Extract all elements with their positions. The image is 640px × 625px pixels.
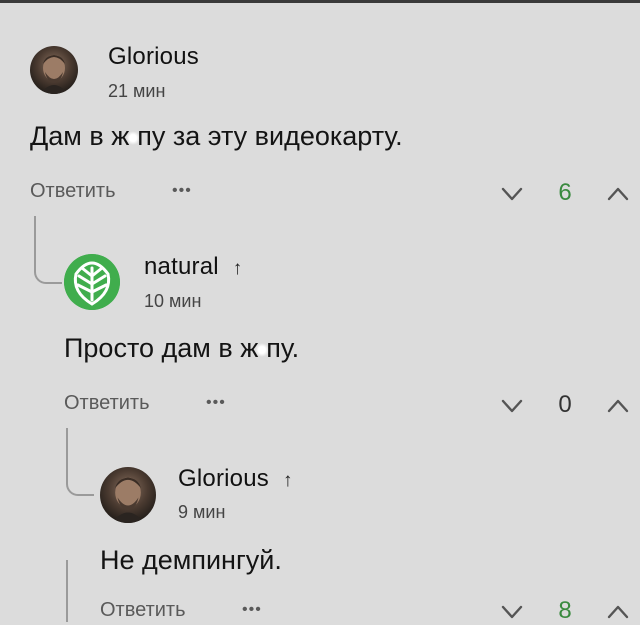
more-options-button[interactable]: •••: [206, 394, 226, 412]
chevron-down-icon[interactable]: [500, 394, 524, 418]
thread-line-level-2-tail: [66, 560, 68, 622]
comment-text: Просто дам в ж пу.: [64, 333, 299, 364]
vote-score: 8: [558, 597, 572, 624]
arrow-up-icon: ↑: [232, 258, 243, 279]
comment-text-part: Дам в ж: [30, 121, 130, 151]
avatar[interactable]: [64, 254, 120, 310]
more-options-button[interactable]: •••: [242, 601, 262, 619]
comment-time: 21 мин: [108, 81, 166, 101]
author-name[interactable]: Glorious: [108, 43, 199, 71]
comment-text: Не демпингуй.: [100, 545, 282, 576]
comment-text-part: пу за эту видеокарту.: [137, 121, 403, 151]
comment-text-part: Просто дам в ж: [64, 333, 259, 363]
comment-time: 9 мин: [178, 502, 226, 522]
leaf-icon: [64, 254, 120, 310]
chevron-up-icon[interactable]: [606, 182, 630, 206]
thread-connector-2: [66, 468, 94, 496]
reply-button[interactable]: Ответить: [64, 392, 150, 415]
thread-connector-1: [34, 256, 62, 284]
author-name[interactable]: Glorious ↑: [178, 465, 293, 493]
reply-button[interactable]: Ответить: [30, 180, 116, 203]
avatar[interactable]: [30, 46, 78, 94]
thread-line-level-1: [34, 216, 36, 256]
comment-text: Дам в ж пу за эту видеокарту.: [30, 121, 403, 152]
chevron-down-icon[interactable]: [500, 182, 524, 206]
chevron-down-icon[interactable]: [500, 600, 524, 624]
chevron-up-icon[interactable]: [606, 394, 630, 418]
comment-text-part: Не демпингуй.: [100, 545, 282, 575]
chevron-up-icon[interactable]: [606, 600, 630, 624]
comment-text-part: пу.: [266, 333, 300, 363]
author-name-text: Glorious: [178, 465, 269, 492]
user-avatar-image: [40, 55, 68, 94]
thread-line-level-2: [66, 428, 68, 468]
more-options-button[interactable]: •••: [172, 182, 192, 200]
author-name[interactable]: natural ↑: [144, 253, 243, 281]
author-name-text: natural: [144, 253, 219, 280]
vote-score: 0: [558, 391, 572, 418]
avatar[interactable]: [100, 467, 156, 523]
arrow-up-icon: ↑: [282, 470, 293, 491]
reply-button[interactable]: Ответить: [100, 599, 186, 622]
comment-time: 10 мин: [144, 291, 202, 311]
user-avatar-image: [111, 477, 145, 523]
top-divider: [0, 0, 640, 3]
vote-score: 6: [558, 179, 572, 206]
